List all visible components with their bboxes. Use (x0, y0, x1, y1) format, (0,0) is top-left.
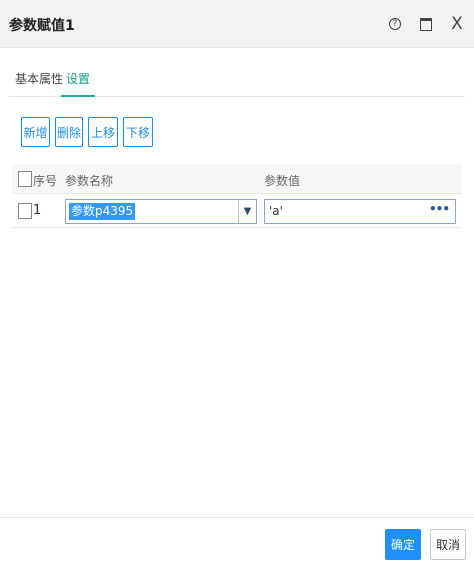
more-options-icon[interactable]: ••• (429, 202, 450, 216)
close-icon[interactable]: X (447, 14, 467, 34)
row-checkbox[interactable] (18, 203, 32, 219)
header-index: 序号 (33, 174, 58, 188)
select-all-checkbox[interactable] (18, 171, 32, 187)
delete-button[interactable]: 删除 (55, 117, 83, 147)
header-param-value: 参数值 (264, 174, 301, 188)
move-up-button[interactable]: 上移 (88, 117, 118, 147)
param-value-text: 'a' (269, 204, 283, 218)
help-icon[interactable]: ? (385, 14, 405, 34)
row-index: 1 (33, 203, 42, 218)
move-down-button[interactable]: 下移 (123, 117, 153, 147)
table-header: 序号 参数名称 参数值 (12, 164, 462, 194)
tab-bar: 基本属性 设置 (9, 64, 465, 97)
dialog-title: 参数赋值1 (9, 18, 75, 34)
help-glyph: ? (389, 18, 401, 30)
maximize-icon[interactable] (416, 14, 436, 34)
dialog-footer: 确定 取消 (0, 517, 474, 567)
param-name-select[interactable]: 参数p4395 ▼ (65, 199, 257, 224)
param-name-value: 参数p4395 (69, 203, 136, 220)
maximize-glyph (420, 17, 432, 31)
dropdown-arrow-icon[interactable]: ▼ (238, 200, 256, 223)
dialog-titlebar: 参数赋值1 ? X (0, 0, 474, 48)
add-button[interactable]: 新增 (21, 117, 50, 147)
param-value-input[interactable]: 'a' ••• (264, 199, 456, 224)
tab-basic-properties[interactable]: 基本属性 (15, 70, 63, 97)
table-row: 1 参数p4395 ▼ 'a' ••• (12, 195, 462, 228)
header-param-name: 参数名称 (65, 174, 114, 188)
cancel-button[interactable]: 取消 (430, 529, 466, 560)
ok-button[interactable]: 确定 (385, 529, 421, 560)
tab-settings[interactable]: 设置 (61, 70, 95, 97)
